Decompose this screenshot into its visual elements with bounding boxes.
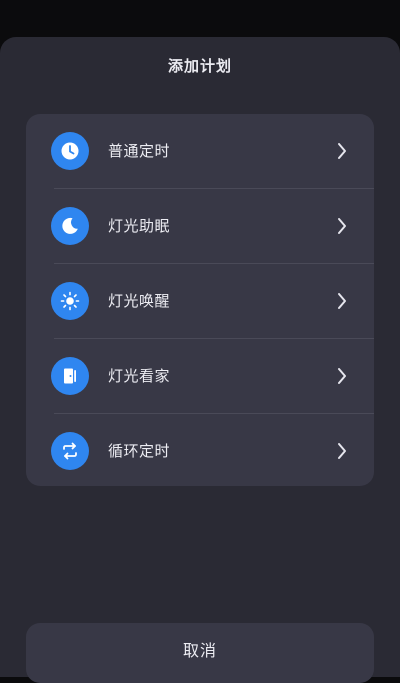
plan-option-label: 普通定时 bbox=[108, 142, 171, 160]
plan-option-sleep-light[interactable]: 灯光助眠 bbox=[26, 189, 374, 263]
sheet-title: 添加计划 bbox=[167, 57, 232, 75]
plan-option-label: 灯光唤醒 bbox=[108, 292, 171, 310]
clock-icon bbox=[51, 132, 89, 170]
plan-option-repeat-timer[interactable]: 循环定时 bbox=[26, 414, 374, 486]
sun-icon bbox=[51, 282, 89, 320]
door-icon bbox=[51, 357, 89, 395]
chevron-right-icon bbox=[338, 368, 346, 384]
add-plan-sheet: 添加计划 普通定时 灯光助眠 灯光唤醒 灯光看家 循环定时 取消 bbox=[0, 37, 400, 683]
plan-option-label: 循环定时 bbox=[108, 442, 171, 460]
cancel-button-label: 取消 bbox=[182, 641, 217, 660]
chevron-right-icon bbox=[338, 443, 346, 459]
chevron-right-icon bbox=[338, 293, 346, 309]
plan-option-home-watch-light[interactable]: 灯光看家 bbox=[26, 339, 374, 413]
cancel-button[interactable]: 取消 bbox=[26, 623, 374, 683]
plan-options-list: 普通定时 灯光助眠 灯光唤醒 灯光看家 循环定时 bbox=[26, 114, 374, 486]
plan-option-regular-timer[interactable]: 普通定时 bbox=[26, 114, 374, 188]
moon-icon bbox=[51, 207, 89, 245]
plan-option-label: 灯光助眠 bbox=[108, 217, 171, 235]
plan-option-wake-light[interactable]: 灯光唤醒 bbox=[26, 264, 374, 338]
chevron-right-icon bbox=[338, 143, 346, 159]
repeat-icon bbox=[51, 432, 89, 470]
chevron-right-icon bbox=[338, 218, 346, 234]
plan-option-label: 灯光看家 bbox=[108, 367, 171, 385]
